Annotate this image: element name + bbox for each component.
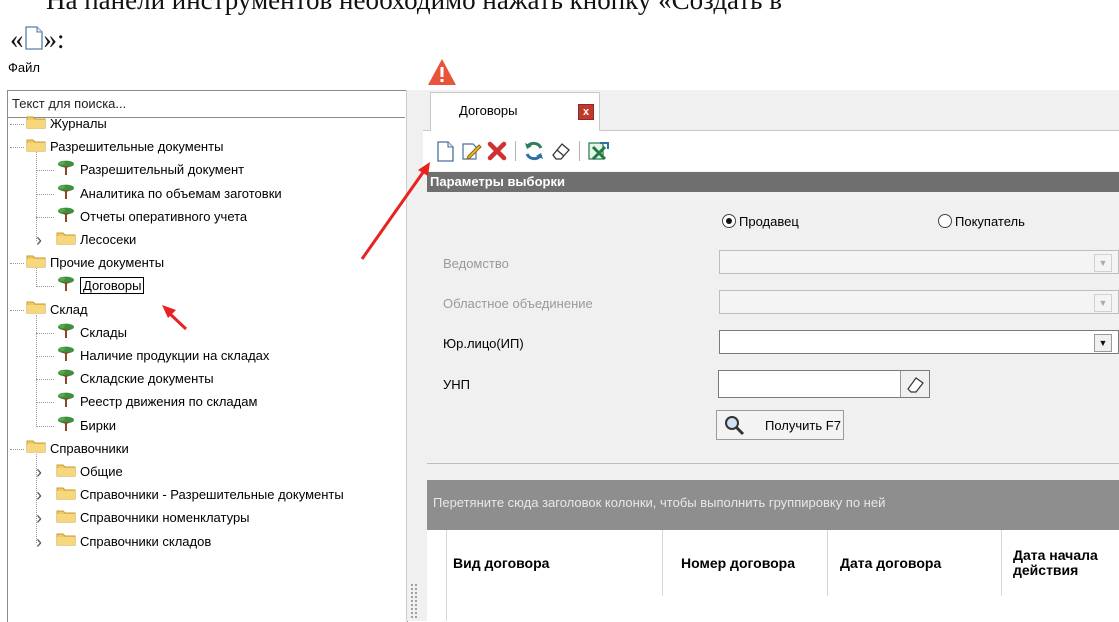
annotation-arrows (162, 162, 430, 331)
annotation-arrow-toolbar (360, 170, 426, 260)
annotation-arrowhead-toolbar (418, 162, 430, 176)
